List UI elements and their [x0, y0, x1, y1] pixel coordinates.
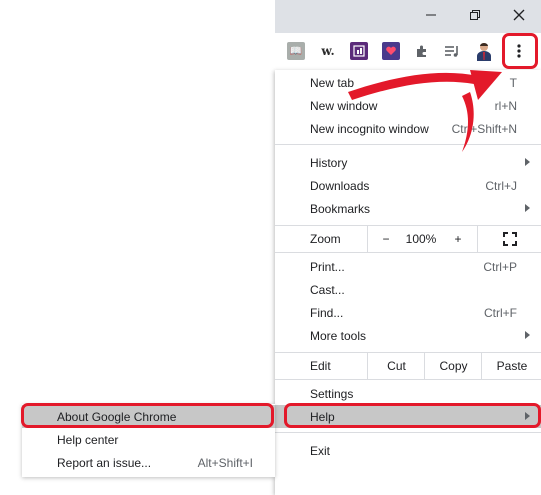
menu-exit[interactable]: Exit — [275, 439, 541, 462]
menu-item-label: Settings — [310, 386, 354, 401]
menu-print[interactable]: Print... Ctrl+P — [275, 255, 541, 278]
menu-item-label: Exit — [310, 443, 331, 458]
copy-button[interactable]: Copy — [424, 353, 482, 379]
fullscreen-icon — [503, 232, 517, 246]
menu-new-tab[interactable]: New tab T — [275, 71, 541, 94]
submenu-arrow-icon — [525, 331, 530, 339]
menu-history[interactable]: History — [275, 151, 541, 174]
menu-divider — [275, 432, 541, 433]
menu-item-shortcut: Ctrl+F — [484, 305, 517, 320]
about-item-highlight — [21, 403, 274, 428]
menu-item-label: More tools — [310, 328, 367, 343]
menu-settings[interactable]: Settings — [275, 382, 541, 405]
help-item-highlight — [284, 403, 541, 428]
menu-item-label: Cast... — [310, 282, 345, 297]
restore-icon — [470, 10, 480, 20]
zoom-row: Zoom − 100% + — [275, 225, 541, 253]
menu-button-highlight — [502, 33, 538, 69]
zoom-level: 100% — [405, 232, 437, 246]
close-icon — [513, 9, 525, 21]
submenu-item-label: Report an issue... — [57, 455, 152, 470]
menu-item-label: History — [310, 155, 348, 170]
zoom-out-button[interactable]: − — [367, 226, 404, 252]
puzzle-extensions-icon[interactable] — [413, 42, 431, 60]
menu-item-label: Find... — [310, 305, 344, 320]
menu-item-shortcut: Ctrl+P — [483, 259, 517, 274]
menu-bookmarks[interactable]: Bookmarks — [275, 197, 541, 220]
heart-extension-icon[interactable] — [382, 42, 400, 60]
menu-item-label: Print... — [310, 259, 345, 274]
menu-item-label: New incognito window — [310, 121, 429, 136]
submenu-item-label: Help center — [57, 432, 119, 447]
restore-button[interactable] — [453, 0, 497, 30]
submenu-report-issue[interactable]: Report an issue... Alt+Shift+I — [22, 451, 275, 474]
profile-avatar-icon[interactable] — [475, 42, 493, 61]
menu-item-shortcut: Ctrl+J — [485, 178, 517, 193]
close-button[interactable] — [497, 0, 541, 30]
paste-button[interactable]: Paste — [481, 353, 541, 379]
menu-new-window[interactable]: New window rl+N — [275, 94, 541, 117]
submenu-help-center[interactable]: Help center — [22, 428, 275, 451]
grammarly-like-icon[interactable]: 📖 — [287, 42, 305, 60]
menu-item-label: Bookmarks — [310, 201, 371, 216]
zoom-label: Zoom — [310, 232, 341, 246]
menu-find[interactable]: Find... Ctrl+F — [275, 301, 541, 324]
menu-item-shortcut: Ctrl+Shift+N — [451, 121, 517, 136]
zoom-in-button[interactable]: + — [439, 226, 477, 252]
submenu-arrow-icon — [525, 158, 530, 166]
cut-button[interactable]: Cut — [367, 353, 425, 379]
menu-more-tools[interactable]: More tools — [275, 324, 541, 347]
menu-cast[interactable]: Cast... — [275, 278, 541, 301]
media-queue-icon[interactable] — [443, 42, 461, 60]
submenu-item-shortcut: Alt+Shift+I — [197, 455, 253, 470]
minimize-icon — [426, 14, 436, 16]
menu-item-shortcut: T — [509, 75, 517, 90]
menu-item-label: New tab — [310, 75, 355, 90]
menu-downloads[interactable]: Downloads Ctrl+J — [275, 174, 541, 197]
submenu-arrow-icon — [525, 204, 530, 212]
calendar-extension-icon[interactable] — [350, 42, 368, 60]
menu-new-incognito-window[interactable]: New incognito window Ctrl+Shift+N — [275, 117, 541, 140]
edit-row: Edit Cut Copy Paste — [275, 352, 541, 380]
edit-label: Edit — [310, 359, 331, 373]
menu-item-shortcut: rl+N — [494, 98, 517, 113]
window-titlebar — [275, 0, 541, 33]
menu-divider — [275, 144, 541, 145]
menu-item-label: Downloads — [310, 178, 370, 193]
menu-item-label: New window — [310, 98, 378, 113]
minimize-button[interactable] — [409, 0, 453, 30]
w-extension-icon[interactable]: w. — [317, 42, 339, 60]
chrome-main-menu: New tab T New window rl+N New incognito … — [275, 70, 541, 495]
fullscreen-button[interactable] — [477, 226, 541, 252]
